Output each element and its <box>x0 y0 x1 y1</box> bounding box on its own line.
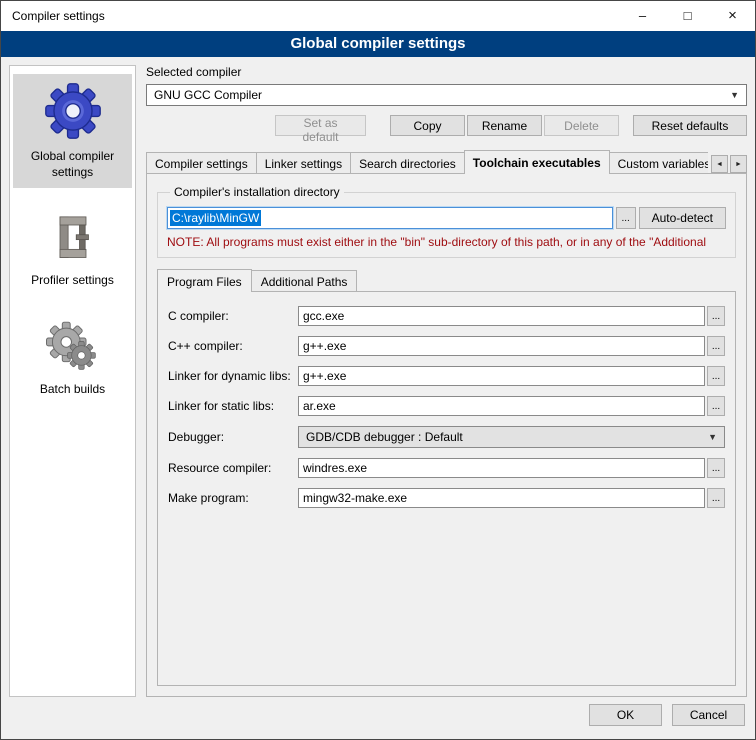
toolchain-subtabs: Program Files Additional Paths <box>157 269 736 292</box>
debugger-label: Debugger: <box>168 430 298 444</box>
resource-compiler-label: Resource compiler: <box>168 461 298 475</box>
dynamic-linker-label: Linker for dynamic libs: <box>168 369 298 383</box>
browse-c-compiler-button[interactable]: ... <box>707 306 725 326</box>
selected-compiler-dropdown[interactable]: GNU GCC Compiler ▼ <box>146 84 747 106</box>
installation-directory-group: Compiler's installation directory C:\ray… <box>157 185 736 258</box>
sidebar-item-label: Batch builds <box>40 382 105 398</box>
static-linker-input[interactable] <box>298 396 705 416</box>
tab-scroll-controls: ◄ ► <box>711 155 747 174</box>
auto-detect-button[interactable]: Auto-detect <box>639 207 726 229</box>
form-row-c-compiler: C compiler: ... <box>168 306 725 326</box>
browse-directory-button[interactable]: ... <box>616 207 636 229</box>
chevron-down-icon: ▼ <box>705 432 720 442</box>
sidebar-item-batch-builds[interactable]: Batch builds <box>13 313 132 406</box>
compiler-settings-window: Compiler settings – □ × Global compiler … <box>0 0 756 740</box>
page-title: Global compiler settings <box>1 31 755 57</box>
form-row-dynamic-linker: Linker for dynamic libs: ... <box>168 366 725 386</box>
form-row-make-program: Make program: ... <box>168 488 725 508</box>
static-linker-label: Linker for static libs: <box>168 399 298 413</box>
program-files-panel: C compiler: ... C++ compiler: ... Linker… <box>157 291 736 686</box>
toolchain-executables-panel: Compiler's installation directory C:\ray… <box>146 173 747 697</box>
debugger-value: GDB/CDB debugger : Default <box>306 430 705 444</box>
browse-cpp-compiler-button[interactable]: ... <box>707 336 725 356</box>
subtab-additional-paths[interactable]: Additional Paths <box>252 270 358 292</box>
cpp-compiler-label: C++ compiler: <box>168 339 298 353</box>
c-compiler-label: C compiler: <box>168 309 298 323</box>
tab-linker-settings[interactable]: Linker settings <box>257 152 351 174</box>
dialog-footer: OK Cancel <box>1 701 755 739</box>
reset-defaults-button[interactable]: Reset defaults <box>633 115 747 136</box>
close-button[interactable]: × <box>710 1 755 31</box>
cpp-compiler-input[interactable] <box>298 336 705 356</box>
make-program-label: Make program: <box>168 491 298 505</box>
tab-scroll-left-icon[interactable]: ◄ <box>711 155 728 173</box>
resource-compiler-input[interactable] <box>298 458 705 478</box>
ok-button[interactable]: OK <box>589 704 662 726</box>
tab-custom-variables[interactable]: Custom variables <box>610 152 708 174</box>
browse-static-linker-button[interactable]: ... <box>707 396 725 416</box>
bin-subdirectory-note: NOTE: All programs must exist either in … <box>167 235 726 249</box>
installation-directory-row: C:\raylib\MinGW ... Auto-detect <box>167 207 726 229</box>
tabs-viewport: Compiler settings Linker settings Search… <box>146 150 708 174</box>
sidebar-item-label: Global compiler settings <box>15 149 130 180</box>
compiler-actions: Set as default Copy Rename Delete Reset … <box>146 115 747 136</box>
sidebar-item-global-compiler-settings[interactable]: Global compiler settings <box>13 74 132 188</box>
sidebar-item-label: Profiler settings <box>31 273 114 289</box>
set-as-default-button[interactable]: Set as default <box>275 115 366 136</box>
installation-directory-value: C:\raylib\MinGW <box>170 210 261 226</box>
installation-directory-group-title: Compiler's installation directory <box>170 185 344 199</box>
settings-sidebar: Global compiler settings Profiler settin… <box>9 65 136 697</box>
dialog-body: Global compiler settings Profiler settin… <box>1 57 755 701</box>
blue-gear-icon <box>44 80 102 142</box>
main-content: Selected compiler GNU GCC Compiler ▼ Set… <box>146 65 747 697</box>
subtab-program-files[interactable]: Program Files <box>157 269 252 292</box>
form-row-debugger: Debugger: GDB/CDB debugger : Default ▼ <box>168 426 725 448</box>
gray-gears-icon <box>46 319 100 375</box>
profiler-tool-icon <box>47 210 99 266</box>
cancel-button[interactable]: Cancel <box>672 704 745 726</box>
settings-tabstrip: Compiler settings Linker settings Search… <box>146 150 747 174</box>
chevron-down-icon: ▼ <box>727 90 742 100</box>
browse-dynamic-linker-button[interactable]: ... <box>707 366 725 386</box>
installation-directory-input[interactable]: C:\raylib\MinGW <box>167 207 613 229</box>
selected-compiler-value: GNU GCC Compiler <box>154 88 727 102</box>
tab-scroll-right-icon[interactable]: ► <box>730 155 747 173</box>
browse-make-program-button[interactable]: ... <box>707 488 725 508</box>
sidebar-item-profiler-settings[interactable]: Profiler settings <box>13 204 132 297</box>
tab-toolchain-executables[interactable]: Toolchain executables <box>464 150 610 174</box>
form-row-resource-compiler: Resource compiler: ... <box>168 458 725 478</box>
delete-button[interactable]: Delete <box>544 115 619 136</box>
rename-button[interactable]: Rename <box>467 115 542 136</box>
browse-resource-compiler-button[interactable]: ... <box>707 458 725 478</box>
titlebar[interactable]: Compiler settings – □ × <box>1 1 755 31</box>
form-row-cpp-compiler: C++ compiler: ... <box>168 336 725 356</box>
make-program-input[interactable] <box>298 488 705 508</box>
tab-search-directories[interactable]: Search directories <box>351 152 465 174</box>
copy-button[interactable]: Copy <box>390 115 465 136</box>
dynamic-linker-input[interactable] <box>298 366 705 386</box>
form-row-static-linker: Linker for static libs: ... <box>168 396 725 416</box>
maximize-button[interactable]: □ <box>665 1 710 31</box>
tab-compiler-settings[interactable]: Compiler settings <box>146 152 257 174</box>
c-compiler-input[interactable] <box>298 306 705 326</box>
selected-compiler-label: Selected compiler <box>146 65 747 79</box>
minimize-button[interactable]: – <box>620 1 665 31</box>
debugger-dropdown[interactable]: GDB/CDB debugger : Default ▼ <box>298 426 725 448</box>
window-title: Compiler settings <box>1 9 620 23</box>
